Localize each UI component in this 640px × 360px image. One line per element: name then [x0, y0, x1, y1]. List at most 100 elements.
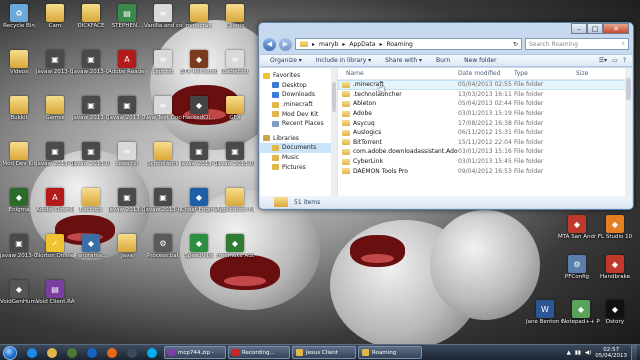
desktop-shortcut[interactable]: ▣javaw 2013-03-...: [36, 50, 74, 84]
nav-item-recent-places[interactable]: Recent Places: [260, 119, 337, 129]
desktop-shortcut[interactable]: ▣javaw 2013-03-...: [216, 142, 254, 176]
desktop-shortcut[interactable]: ◆ Panorama...: [74, 234, 108, 268]
desktop-shortcut[interactable]: ▣javaw 2013-03-...: [72, 50, 110, 84]
desktop-shortcut[interactable]: AAdobe Downlo...: [36, 188, 74, 222]
nav-scrollbar[interactable]: [331, 68, 337, 198]
tray-arrow-icon[interactable]: ▲: [567, 350, 571, 356]
desktop-shortcut[interactable]: Games: [38, 96, 72, 130]
breadcrumb-maryb[interactable]: maryb: [319, 41, 338, 48]
desktop-shortcut[interactable]: ▣javaw 2013-03-...: [36, 142, 74, 176]
file-list-scrollbar[interactable]: [625, 68, 632, 198]
show-desktop-button[interactable]: [631, 345, 637, 360]
file-row[interactable]: BitTorrent 15/11/2012 22:04 File folder: [338, 138, 632, 148]
desktop-shortcut[interactable]: ▣javaw 2013-03-...: [180, 142, 218, 176]
desktop-shortcut[interactable]: ≡ capt.txt: [146, 50, 180, 84]
desktop-shortcut[interactable]: ▤Void Client.RAR: [36, 280, 74, 314]
help-icon[interactable]: ?: [623, 57, 626, 64]
desktop-shortcut[interactable]: Backups: [74, 188, 108, 222]
breadcrumb-appdata[interactable]: AppData: [349, 41, 375, 48]
nav-item-mod-dev-kit[interactable]: Mod Dev Kit: [260, 109, 337, 119]
column-date-modified[interactable]: Date modified: [458, 70, 514, 77]
nav-item-pictures[interactable]: Pictures: [260, 162, 337, 172]
windows-explorer-icon[interactable]: [42, 346, 61, 359]
desktop-shortcut[interactable]: ◆ HackedCli...: [182, 96, 216, 130]
desktop-shortcut[interactable]: WJane Benton CV.docx: [526, 300, 564, 334]
nav-item-minecraft[interactable]: .minecraft: [260, 100, 337, 110]
firefox-icon[interactable]: [102, 346, 121, 359]
desktop-shortcut[interactable]: Videos: [2, 50, 36, 84]
minecraft-icon[interactable]: [62, 346, 81, 359]
breadcrumb-roaming[interactable]: Roaming: [386, 41, 412, 48]
desktop-shortcut[interactable]: ◆ Enigma: [2, 188, 36, 222]
taskbar-button[interactable]: Jesus Client: [292, 346, 356, 359]
desktop-shortcut[interactable]: minecraft: [182, 4, 216, 38]
desktop-shortcut[interactable]: GFX: [218, 96, 252, 130]
taskbar-button[interactable]: Recording...: [228, 346, 290, 359]
file-row[interactable]: DAEMON Tools Pro 09/04/2012 16:53 File fol…: [338, 166, 632, 176]
desktop-shortcut[interactable]: Application Files: [216, 188, 254, 222]
nav-item-documents[interactable]: Documents: [260, 143, 337, 153]
desktop-shortcut[interactable]: ≡New Text Document: [144, 96, 182, 130]
back-button[interactable]: ◀: [263, 37, 276, 51]
preview-pane-icon[interactable]: ▭: [612, 57, 618, 64]
file-row[interactable]: Adobe 03/01/2013 15:19 File folder: [338, 109, 632, 119]
desktop-shortcut[interactable]: ◆ Cheat Engine: [181, 188, 217, 222]
desktop-shortcut[interactable]: Bukkit: [2, 96, 36, 130]
file-row[interactable]: Asycuq 17/08/2012 16:38 File folder: [338, 118, 632, 128]
maximize-button[interactable]: □: [587, 23, 603, 34]
file-row[interactable]: com.adobe.downloadassistant.AdobeDo...03…: [338, 147, 632, 157]
desktop-shortcut[interactable]: ✓ Norton Online: [36, 234, 74, 268]
desktop-shortcut[interactable]: ◆ FL Studio 10: [598, 215, 632, 249]
column-name[interactable]: Name: [338, 70, 458, 77]
desktop-shortcut[interactable]: ≡Vanilla and co-ords.txt: [144, 4, 182, 38]
minimize-button[interactable]: –: [571, 23, 587, 34]
desktop-shortcut[interactable]: ≡ loaded.txt: [218, 50, 252, 84]
desktop-shortcut[interactable]: ▣javaw 2013-03-...: [72, 96, 110, 130]
new-folder-button[interactable]: New folder: [464, 57, 496, 64]
internet-explorer-icon[interactable]: [22, 346, 41, 359]
nav-item-desktop[interactable]: Desktop: [260, 81, 337, 91]
address-bar[interactable]: ▸ maryb ▸ AppData ▸ Roaming ↻: [295, 38, 522, 50]
skype-icon[interactable]: [142, 346, 161, 359]
desktop-shortcut[interactable]: ⚙ Process.bat: [146, 234, 180, 268]
taskbar-button[interactable]: Roaming: [358, 346, 422, 359]
nav-item-libraries[interactable]: Libraries: [260, 134, 337, 144]
desktop-shortcut[interactable]: ⚙ PFConfig: [560, 255, 594, 289]
desktop-shortcut[interactable]: ▤ STEPHEN...: [110, 4, 144, 38]
desktop-shortcut[interactable]: ▣javaw 2013-03-...: [72, 142, 110, 176]
desktop-shortcut[interactable]: ▣javaw 2013-03-...: [0, 234, 38, 268]
view-options-icon[interactable]: ☰▾: [599, 57, 607, 64]
network-icon[interactable]: ▮▮: [575, 350, 581, 356]
desktop-shortcut[interactable]: Cam: [38, 4, 72, 38]
desktop-shortcut[interactable]: ◆VoidGenHuman: [0, 280, 38, 314]
file-row[interactable]: Ableton 05/04/2013 02:44 File folder: [338, 99, 632, 109]
desktop-shortcut[interactable]: Clients: [218, 4, 252, 38]
desktop-shortcut[interactable]: ▣javaw 2013-03-...: [108, 188, 146, 222]
volume-icon[interactable]: ◀): [585, 350, 591, 356]
organize-menu[interactable]: Organize ▾: [270, 57, 302, 64]
share-with-menu[interactable]: Share with ▾: [385, 57, 422, 64]
steam-icon[interactable]: [122, 346, 141, 359]
desktop-shortcut[interactable]: ◆ Handbrake: [598, 255, 632, 289]
desktop-shortcut[interactable]: ◆ BTX Reloaded: [180, 50, 218, 84]
include-in-library-menu[interactable]: Include in library ▾: [316, 57, 371, 64]
file-row[interactable]: CyberLink 03/01/2013 15:45 File folder: [338, 157, 632, 167]
file-list-scrollbar-thumb[interactable]: [626, 78, 631, 100]
start-button[interactable]: [3, 345, 17, 360]
close-button[interactable]: ✕: [603, 23, 629, 34]
media-player-icon[interactable]: [82, 346, 101, 359]
taskbar-button[interactable]: mcp744.zip -: [164, 346, 226, 359]
nav-item-music[interactable]: Music: [260, 153, 337, 163]
refresh-icon[interactable]: ↻: [513, 41, 521, 48]
nav-item-favorites[interactable]: Favorites: [260, 71, 337, 81]
column-type[interactable]: Type: [514, 70, 576, 77]
desktop-shortcut[interactable]: ◆ Dstory: [598, 300, 632, 334]
desktop-shortcut[interactable]: ▣javaw 2013-03-...: [108, 96, 146, 130]
forward-button[interactable]: ▶: [279, 37, 292, 51]
desktop-shortcut[interactable]: Java: [110, 234, 144, 268]
desktop-shortcut[interactable]: ▣javaw 2013-03-...: [144, 188, 182, 222]
desktop-shortcut[interactable]: ≡ cows.txt: [110, 142, 144, 176]
desktop-shortcut[interactable]: ♻ Recycle Bin: [2, 4, 36, 38]
desktop-shortcut[interactable]: ◆Freemake Audio C...: [216, 234, 254, 268]
nav-scrollbar-thumb[interactable]: [332, 82, 336, 112]
